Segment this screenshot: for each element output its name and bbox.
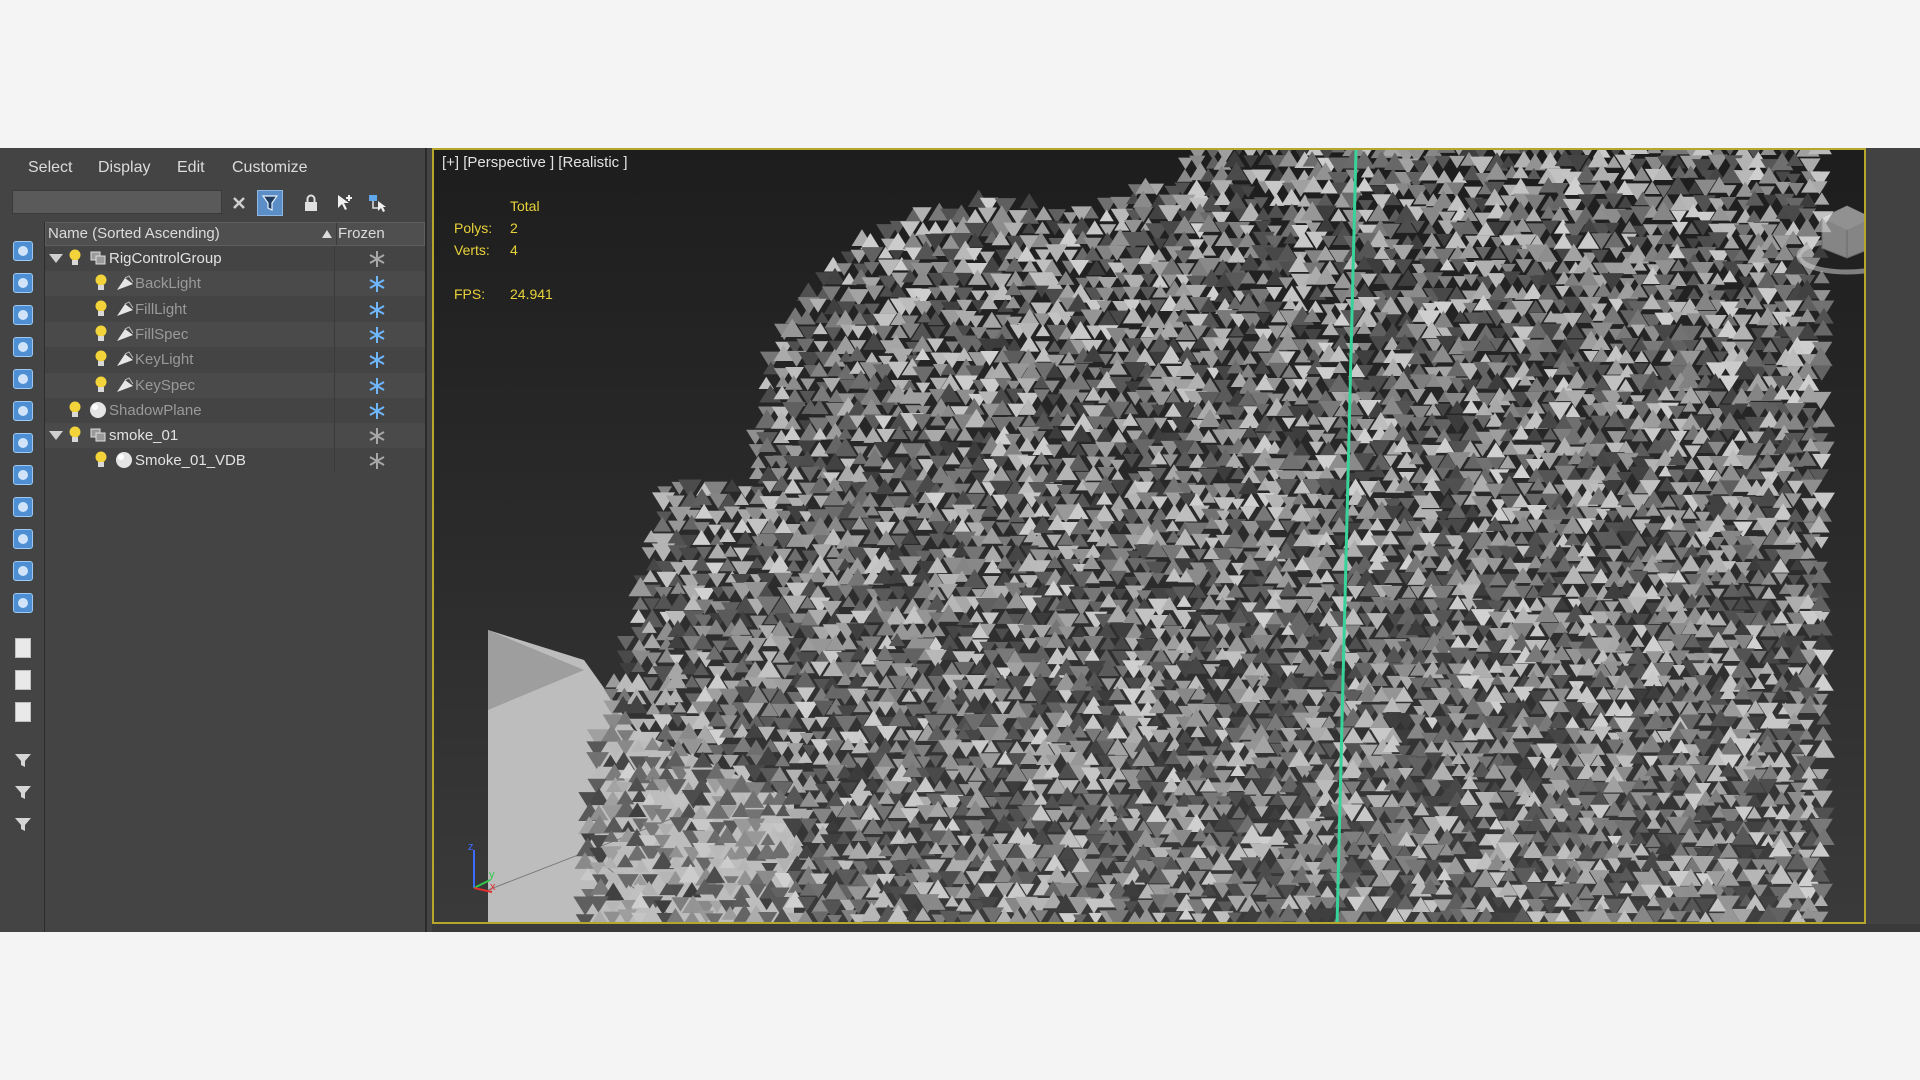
display-frozen-icon[interactable]	[10, 558, 36, 584]
light-icon	[115, 376, 135, 394]
visibility-bulb-icon[interactable]	[95, 451, 107, 469]
display-cameras-icon[interactable]	[10, 334, 36, 360]
tree-row-label: ShadowPlane	[109, 401, 202, 419]
display-geometry-icon[interactable]	[10, 238, 36, 264]
menu-select[interactable]: Select	[28, 156, 72, 180]
display-bones-icon[interactable]	[10, 494, 36, 520]
tree-row[interactable]: smoke_01	[45, 423, 425, 449]
tree-row-label: RigControlGroup	[109, 250, 222, 267]
sort-ascending-icon	[322, 230, 332, 238]
tree-row-label: FillLight	[135, 300, 187, 318]
light-icon	[115, 300, 135, 318]
tree-row-label: KeyLight	[135, 351, 194, 369]
frozen-snowflake-icon[interactable]	[367, 274, 387, 294]
visibility-bulb-icon[interactable]	[95, 274, 107, 292]
tree-row-label: BackLight	[135, 275, 201, 293]
visibility-bulb-icon[interactable]	[95, 300, 107, 318]
frozen-snowflake-icon[interactable]	[367, 426, 387, 446]
filter-icon[interactable]	[10, 747, 36, 773]
app-window: Select Display Edit Customize Name (Sort…	[0, 148, 1920, 932]
tree-header: Name (Sorted Ascending) Frozen	[45, 222, 425, 246]
clear-x-icon[interactable]	[226, 190, 252, 216]
visibility-bulb-icon[interactable]	[69, 249, 81, 267]
column-separator	[334, 372, 335, 398]
tree-row[interactable]: KeyLight	[45, 347, 425, 373]
column-separator	[334, 321, 335, 347]
select-children-icon[interactable]	[364, 190, 390, 216]
menu-display[interactable]: Display	[98, 156, 150, 180]
frozen-snowflake-icon[interactable]	[367, 249, 387, 269]
display-shapes-icon[interactable]	[10, 270, 36, 296]
group-icon	[89, 426, 109, 444]
tree-row[interactable]: FillLight	[45, 296, 425, 322]
tree-row-label: KeySpec	[135, 376, 196, 394]
display-spacewarps-icon[interactable]	[10, 398, 36, 424]
tree-row-label: smoke_01	[109, 427, 179, 445]
display-none-icon[interactable]	[10, 667, 36, 693]
frozen-snowflake-icon[interactable]	[367, 376, 387, 396]
display-all-icon[interactable]	[10, 635, 36, 661]
display-hidden-icon[interactable]	[10, 590, 36, 616]
column-frozen-header[interactable]: Frozen	[336, 223, 424, 245]
light-icon	[115, 350, 135, 368]
tree-row-label: Smoke_01_VDB	[135, 452, 246, 470]
group-icon	[89, 249, 109, 267]
sphere-icon	[115, 451, 135, 469]
frozen-snowflake-icon[interactable]	[367, 350, 387, 370]
add-to-selection-icon[interactable]	[331, 190, 357, 216]
tree-row[interactable]: RigControlGroup	[45, 246, 425, 271]
visibility-bulb-icon[interactable]	[95, 376, 107, 394]
column-separator	[334, 397, 335, 423]
frozen-snowflake-icon[interactable]	[367, 325, 387, 345]
expand-toggle-icon[interactable]	[49, 254, 63, 263]
display-xrefs-icon[interactable]	[10, 462, 36, 488]
viewport-frame: [+] [Perspective ] [Realistic ] Total Po…	[432, 148, 1920, 932]
display-containers-icon[interactable]	[10, 526, 36, 552]
explorer-toolbar	[2, 188, 427, 216]
column-separator	[334, 271, 335, 297]
frozen-snowflake-icon[interactable]	[367, 451, 387, 471]
tree-row[interactable]: KeySpec	[45, 372, 425, 398]
filter-options-icon[interactable]	[10, 779, 36, 805]
column-separator	[334, 246, 335, 271]
frozen-snowflake-icon[interactable]	[367, 300, 387, 320]
scene-explorer-panel: Select Display Edit Customize Name (Sort…	[2, 148, 427, 932]
display-lights-icon[interactable]	[10, 302, 36, 328]
lock-icon[interactable]	[298, 190, 324, 216]
perspective-viewport[interactable]: [+] [Perspective ] [Realistic ] Total Po…	[432, 148, 1866, 924]
display-groups-icon[interactable]	[10, 430, 36, 456]
light-icon	[115, 274, 135, 292]
collapse-icon[interactable]	[10, 811, 36, 837]
frozen-snowflake-icon[interactable]	[367, 401, 387, 421]
menu-customize[interactable]: Customize	[232, 156, 308, 180]
column-name-header[interactable]: Name (Sorted Ascending)	[46, 223, 337, 245]
light-icon	[115, 325, 135, 343]
display-helpers-icon[interactable]	[10, 366, 36, 392]
visibility-bulb-icon[interactable]	[95, 325, 107, 343]
visibility-bulb-icon[interactable]	[69, 426, 81, 444]
search-input[interactable]	[12, 190, 222, 214]
filter-display-icon[interactable]	[257, 190, 283, 216]
menu-edit[interactable]: Edit	[177, 156, 205, 180]
expand-toggle-icon[interactable]	[49, 431, 63, 441]
visibility-bulb-icon[interactable]	[69, 401, 81, 419]
column-separator	[334, 448, 335, 474]
column-separator	[334, 423, 335, 449]
sphere-icon	[89, 401, 109, 419]
tree-row[interactable]: ShadowPlane	[45, 397, 425, 423]
tree-row-label: FillSpec	[135, 325, 189, 343]
tree-row[interactable]: Smoke_01_VDB	[45, 448, 425, 474]
tree-row[interactable]: BackLight	[45, 271, 425, 297]
column-separator	[334, 296, 335, 322]
scene-tree: Name (Sorted Ascending) Frozen RigContro…	[44, 222, 425, 932]
display-filter-sidebar	[6, 228, 38, 932]
tree-row[interactable]: FillSpec	[45, 321, 425, 347]
visibility-bulb-icon[interactable]	[95, 350, 107, 368]
column-separator	[334, 347, 335, 373]
display-invert-icon[interactable]	[10, 699, 36, 725]
